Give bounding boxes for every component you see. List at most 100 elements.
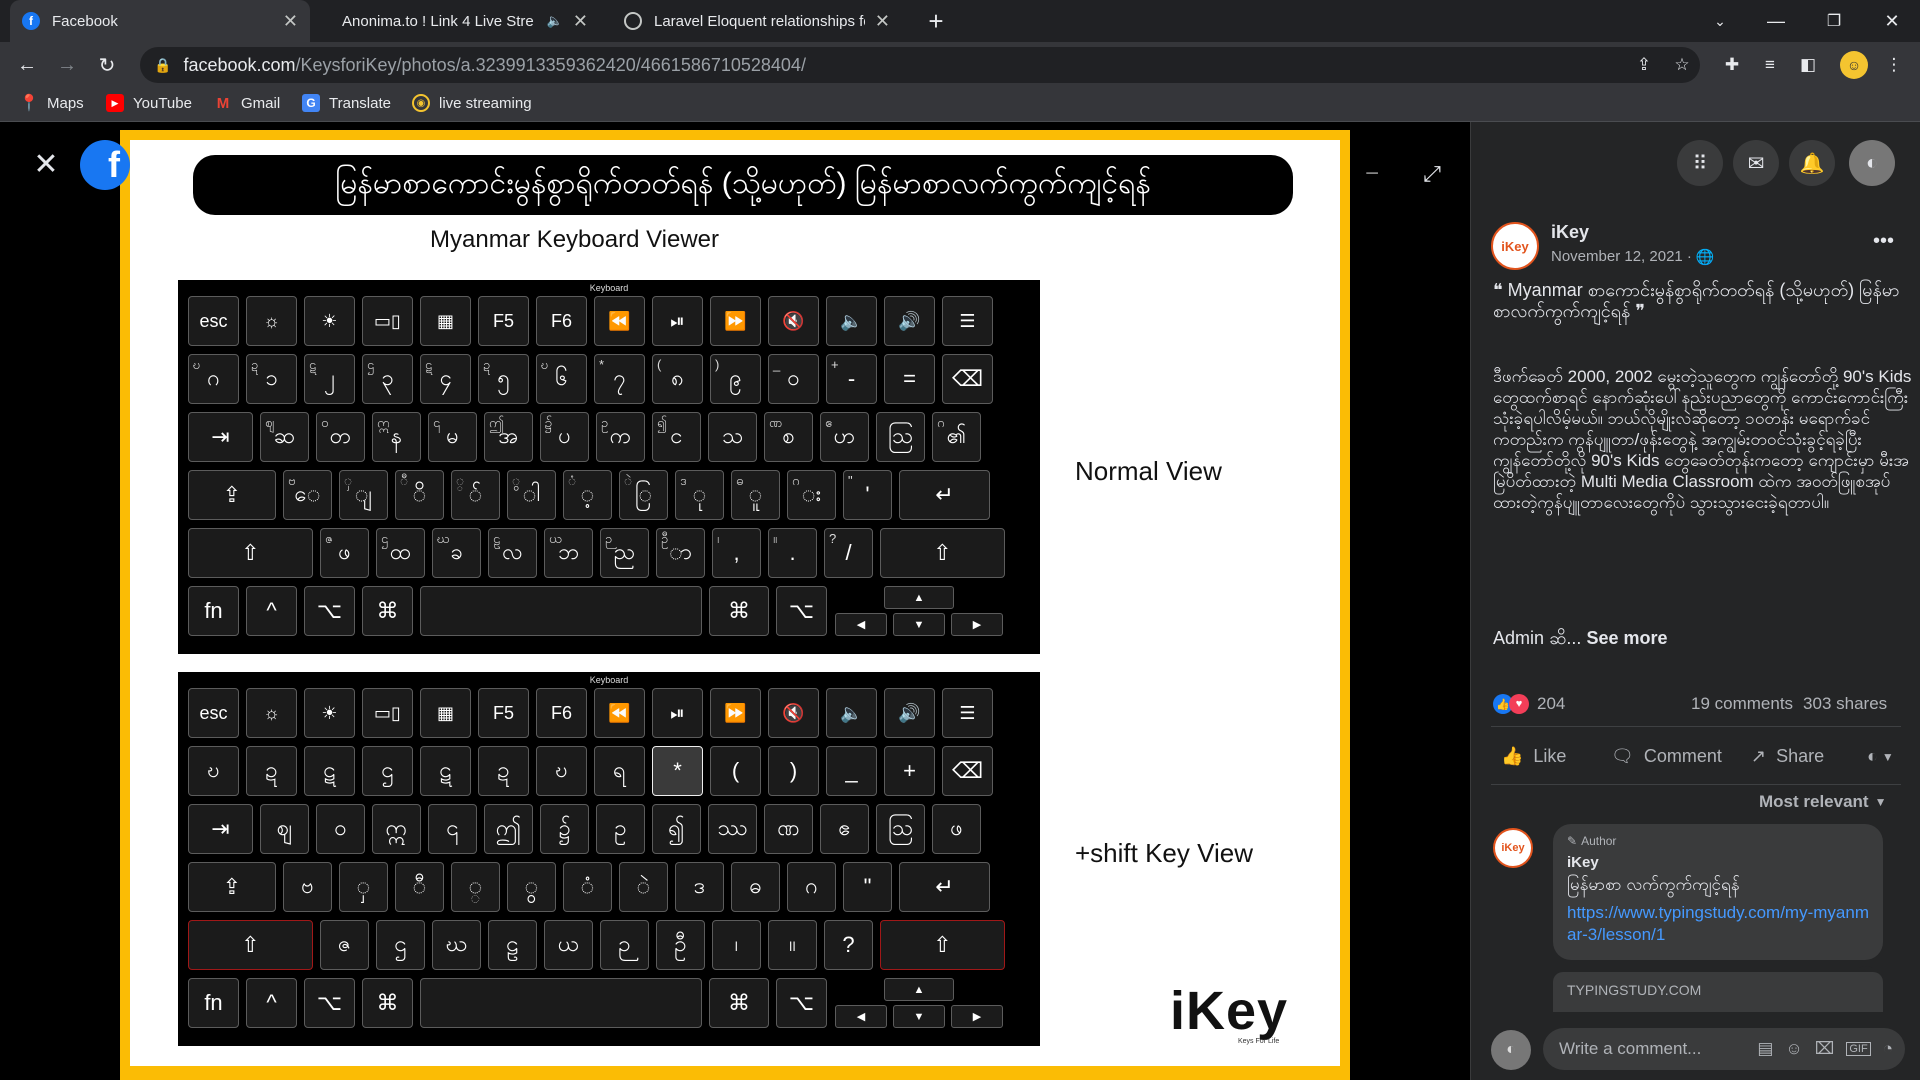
comment-link[interactable]: https://www.typingstudy.com/my-myanmar-3… [1567, 902, 1872, 946]
tab-search-chevron-icon[interactable]: ⌄ [1692, 0, 1748, 42]
space-bar-key [420, 978, 702, 1028]
like-button[interactable]: 👍 Like [1501, 746, 1566, 767]
comment-author[interactable]: iKey [1567, 854, 1599, 871]
chrome-menu-icon[interactable]: ⋮ [1880, 51, 1908, 79]
close-tab-icon[interactable]: ✕ [573, 11, 588, 32]
close-window-button[interactable]: ✕ [1864, 0, 1920, 42]
comment-sort-dropdown[interactable]: Most relevant ▼ [1759, 792, 1886, 812]
key-label: ☼ [263, 310, 280, 331]
menu-grid-icon[interactable]: ⠿ [1677, 140, 1723, 186]
keyboard-key: ⏩ [710, 296, 761, 346]
sticker-icon[interactable]: ▤ [1757, 1039, 1773, 1059]
key-label: ⏯ [670, 702, 685, 723]
keyboard-key: " [843, 862, 892, 912]
keyboard-key: ဖ [932, 804, 981, 854]
tab-anonima[interactable]: Anonima.to ! Link 4 Live Stre 🔈 ✕ [330, 0, 600, 42]
key-label: ☀ [321, 310, 338, 331]
close-viewer-icon[interactable]: ✕ [24, 142, 68, 186]
key-shift-label: ဋ [425, 357, 433, 372]
share-button[interactable]: ↗ Share [1751, 746, 1824, 767]
key-label: ံ [580, 872, 595, 898]
share-arrow-icon: ↗ [1751, 746, 1767, 766]
link-card-domain: TYPINGSTUDY.COM [1567, 982, 1702, 998]
bookmarks-bar: 📍 Maps ▶ YouTube M Gmail G Translate ◉ l… [0, 88, 1920, 122]
key-label: ဌ [381, 756, 394, 782]
close-tab-icon[interactable]: ✕ [283, 11, 298, 32]
arrow-key: ▶ [951, 1005, 1003, 1028]
account-avatar[interactable]: ◐ [1849, 140, 1895, 186]
key-label: esc [199, 702, 228, 723]
shares-count[interactable]: 303 shares [1803, 694, 1887, 714]
media-queue-icon[interactable]: ≡ [1756, 51, 1784, 79]
reaction-summary[interactable]: 👍 ♥ 204 [1493, 694, 1565, 714]
share-page-icon[interactable]: ⇪ [1630, 51, 1658, 79]
post-author[interactable]: iKey [1551, 222, 1589, 243]
bookmark-label: Translate [329, 94, 391, 112]
restore-window-button[interactable]: ❐ [1806, 0, 1862, 42]
bookmark-maps[interactable]: 📍 Maps [19, 94, 84, 113]
facebook-logo-icon[interactable]: f [80, 140, 130, 190]
camera-icon[interactable]: ⌧ [1815, 1039, 1835, 1059]
new-tab-button[interactable]: + [908, 0, 964, 42]
key-shift-label: ) [715, 357, 720, 372]
globe-favicon-icon [624, 12, 642, 30]
profile-avatar-icon[interactable]: ☺ [1840, 51, 1868, 79]
tab-facebook[interactable]: f Facebook ✕ [10, 0, 310, 42]
audio-playing-icon[interactable]: 🔈 [547, 13, 563, 29]
key-label: ၎ [446, 814, 459, 840]
key-label: ⏩ [724, 310, 747, 331]
messenger-icon[interactable]: ✉ [1733, 140, 1779, 186]
notifications-bell-icon[interactable]: 🔔 [1789, 140, 1835, 186]
reload-icon[interactable]: ↻ [92, 50, 122, 80]
admin-note: Admin ဆိ... [1493, 628, 1582, 648]
gif-icon[interactable]: GIF [1846, 1042, 1871, 1056]
arrow-key: ▲ [884, 978, 954, 1001]
close-tab-icon[interactable]: ✕ [875, 11, 890, 32]
bookmark-youtube[interactable]: ▶ YouTube [106, 94, 192, 112]
bookmark-star-icon[interactable]: ☆ [1668, 51, 1696, 79]
fullscreen-icon[interactable]: ⤢ [1410, 152, 1454, 196]
key-label: ။ [789, 930, 796, 956]
forward-arrow-icon[interactable]: → [52, 50, 82, 80]
key-label: fn [204, 990, 223, 1015]
link-preview-card[interactable]: TYPINGSTUDY.COM [1553, 972, 1883, 1012]
sticker-face-icon[interactable]: ◔ [1883, 1039, 1893, 1059]
page-avatar[interactable]: iKey [1491, 222, 1539, 270]
bookmark-translate[interactable]: G Translate [302, 94, 391, 112]
keyboard-key: င၍ [652, 412, 701, 462]
keyboard-viewer-title: Myanmar Keyboard Viewer [430, 226, 720, 253]
key-label: ဗ [301, 872, 314, 898]
keyboard-key: ⌘ [709, 978, 769, 1028]
photo-content: မြန်မာစာကောင်းမွန်စွာရိုက်တတ်ရန် (သို့မဟ… [130, 140, 1340, 1066]
key-label: ပ [558, 422, 571, 448]
zoom-out-icon[interactable]: − [1350, 152, 1394, 196]
tab-title: Anonima.to ! Link 4 Live Stre [342, 12, 534, 30]
tab-laravel[interactable]: Laravel Eloquent relationships fo ✕ [612, 0, 902, 42]
see-more-link[interactable]: See more [1586, 628, 1667, 648]
keyboard-key: ဗ [283, 862, 332, 912]
keyboard-row: ဎ ဍ ဋ ဌ ဋ ဍ ဎ ရ * () _ + ⌫ [188, 746, 1030, 796]
comment-button[interactable]: 🗨 Comment [1611, 746, 1722, 767]
address-bar[interactable]: 🔒 facebook.com/KeysforiKey/photos/a.3239… [140, 47, 1700, 83]
bookmark-live-streaming[interactable]: ◉ live streaming [412, 94, 532, 112]
keyboard-key: တဝ [316, 412, 365, 462]
key-label: ⇧ [241, 540, 260, 565]
key-label: ဈ [276, 814, 293, 840]
side-panel-icon[interactable]: ◧ [1794, 51, 1822, 79]
react-as-selector[interactable]: ◐ ▼ [1867, 746, 1894, 767]
keyboard-key: 🔈 [826, 296, 877, 346]
post-options-icon[interactable]: ••• [1873, 230, 1894, 253]
minimize-window-button[interactable]: — [1748, 0, 1804, 42]
lock-icon[interactable]: 🔒 [154, 57, 171, 74]
post-date[interactable]: November 12, 2021 · [1551, 248, 1692, 266]
comment-input[interactable]: Write a comment... ▤ ☺ ⌧ GIF ◔ [1543, 1028, 1905, 1070]
commenter-avatar[interactable]: iKey [1493, 828, 1533, 868]
arrow-key: ▼ [893, 613, 945, 636]
post-side-panel: ⠿ ✉ 🔔 ◐ iKey iKey November 12, 2021 · 🌐 … [1470, 122, 1920, 1080]
extensions-puzzle-icon[interactable]: ✚ [1718, 51, 1746, 79]
key-label: ⇧ [933, 540, 952, 565]
emoji-icon[interactable]: ☺ [1785, 1039, 1802, 1059]
back-arrow-icon[interactable]: ← [12, 50, 42, 80]
comments-count[interactable]: 19 comments [1691, 694, 1793, 714]
bookmark-gmail[interactable]: M Gmail [214, 94, 280, 112]
